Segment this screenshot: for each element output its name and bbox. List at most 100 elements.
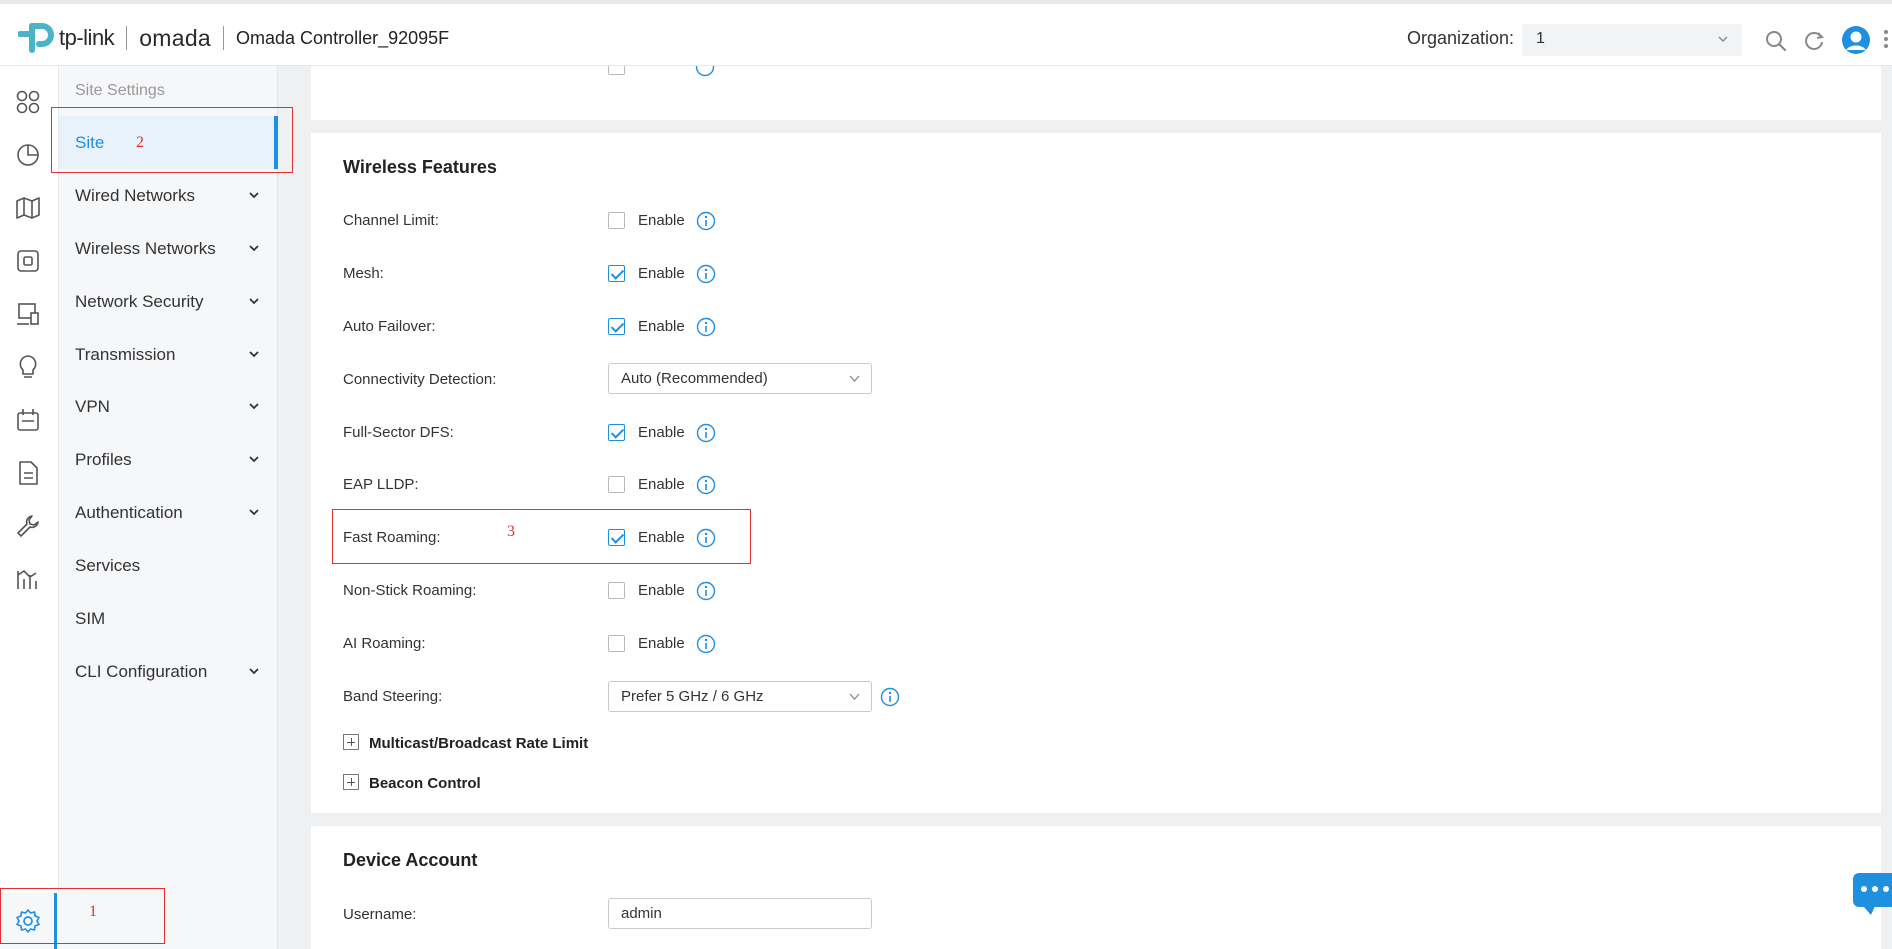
- info-icon[interactable]: [696, 317, 716, 337]
- annotation-box-2: [51, 107, 293, 173]
- sidebar-item-label: Profiles: [75, 450, 132, 469]
- enable-label: Enable: [638, 212, 685, 229]
- reports-icon[interactable]: [14, 459, 42, 487]
- sidebar-item-label: SIM: [75, 609, 106, 628]
- eap-lldp-checkbox[interactable]: [608, 476, 625, 493]
- refresh-icon[interactable]: [1801, 28, 1827, 54]
- avatar-icon[interactable]: [1841, 25, 1871, 55]
- insights-icon[interactable]: [14, 353, 42, 381]
- info-icon[interactable]: [696, 423, 716, 443]
- sidebar-item-vpn[interactable]: VPN: [59, 380, 278, 433]
- enable-label: Enable: [638, 582, 685, 599]
- sidebar-item-network-security[interactable]: Network Security: [59, 275, 278, 328]
- expander-label: Beacon Control: [369, 775, 481, 792]
- username-input[interactable]: admin: [608, 898, 872, 929]
- connectivity-detection-label: Connectivity Detection:: [343, 371, 497, 388]
- enable-label: Enable: [638, 635, 685, 652]
- info-icon[interactable]: [696, 475, 716, 495]
- band-steering-select[interactable]: Prefer 5 GHz / 6 GHz: [608, 681, 872, 712]
- chevron-down-icon: [849, 375, 860, 382]
- chevron-down-icon: [249, 245, 259, 252]
- product-divider: [223, 26, 225, 50]
- chat-dots-icon: [1861, 886, 1889, 892]
- sidebar-item-authentication[interactable]: Authentication: [59, 486, 278, 539]
- sidebar-item-label: VPN: [75, 397, 110, 416]
- sidebar-item-label: Transmission: [75, 345, 176, 364]
- sidebar-item-cli-configuration[interactable]: CLI Configuration: [59, 645, 278, 698]
- map-icon[interactable]: [14, 194, 42, 222]
- organization-select[interactable]: 1: [1522, 24, 1742, 56]
- main-content[interactable]: Wireless Features Channel Limit: Enable …: [278, 66, 1892, 949]
- chevron-down-icon: [249, 403, 259, 410]
- organization-value: 1: [1536, 30, 1545, 47]
- sidebar-item-services[interactable]: Services: [59, 539, 278, 592]
- username-label: Username:: [343, 906, 417, 923]
- sidebar-item-transmission[interactable]: Transmission: [59, 328, 278, 381]
- eap-lldp-label: EAP LLDP:: [343, 476, 419, 493]
- logo[interactable]: tp-link omada Omada Controller_92095F: [18, 20, 449, 56]
- full-sector-dfs-checkbox[interactable]: [608, 424, 625, 441]
- mesh-label: Mesh:: [343, 265, 384, 282]
- sidebar-item-label: Authentication: [75, 503, 183, 522]
- sidebar-item-profiles[interactable]: Profiles: [59, 433, 278, 486]
- sidebar-item-label: Services: [75, 556, 141, 575]
- devices-icon[interactable]: [14, 247, 42, 275]
- sidebar-item-label: Wireless Networks: [75, 239, 216, 258]
- chevron-down-icon: [249, 456, 259, 463]
- product-name: omada: [139, 24, 212, 51]
- chevron-down-icon: [849, 693, 860, 700]
- more-menu-icon[interactable]: [1883, 28, 1889, 50]
- auto-failover-label: Auto Failover:: [343, 318, 436, 335]
- mesh-checkbox[interactable]: [608, 265, 625, 282]
- scrolled-checkbox[interactable]: [608, 66, 625, 75]
- dashboard-icon[interactable]: [14, 88, 42, 116]
- sidebar-item-wireless-networks[interactable]: Wireless Networks: [59, 222, 278, 275]
- info-icon[interactable]: [696, 264, 716, 284]
- ai-roaming-checkbox[interactable]: [608, 635, 625, 652]
- multicast-broadcast-rate-limit-expander[interactable]: Multicast/Broadcast Rate Limit: [343, 734, 588, 752]
- top-bar: tp-link omada Omada Controller_92095F Or…: [0, 0, 1892, 66]
- username-value: admin: [621, 905, 662, 922]
- brand-divider: [126, 26, 128, 50]
- analytics-icon[interactable]: [14, 565, 42, 593]
- info-icon[interactable]: [880, 687, 900, 707]
- enable-label: Enable: [638, 424, 685, 441]
- chevron-down-icon: [249, 351, 259, 358]
- annotation-number-1: 1: [89, 903, 97, 920]
- tools-icon[interactable]: [14, 512, 42, 540]
- info-icon[interactable]: [695, 66, 715, 77]
- brand-name: tp-link: [59, 25, 115, 50]
- connectivity-detection-select[interactable]: Auto (Recommended): [608, 363, 872, 394]
- sidebar-item-label: CLI Configuration: [75, 662, 208, 681]
- info-icon[interactable]: [696, 634, 716, 654]
- section-title: Device Account: [343, 850, 478, 870]
- search-icon[interactable]: [1763, 28, 1789, 54]
- sidebar-item-sim[interactable]: SIM: [59, 592, 278, 645]
- wireless-features-card: Wireless Features Channel Limit: Enable …: [311, 133, 1881, 813]
- chat-support-button[interactable]: [1853, 873, 1892, 915]
- controller-title: Omada Controller_92095F: [236, 27, 450, 48]
- channel-limit-checkbox[interactable]: [608, 212, 625, 229]
- sidebar-item-wired-networks[interactable]: Wired Networks: [59, 169, 278, 222]
- site-settings-sidebar: Site Settings Site Wired Networks Wirele…: [59, 66, 278, 949]
- select-value: Auto (Recommended): [621, 370, 768, 387]
- non-stick-roaming-label: Non-Stick Roaming:: [343, 582, 477, 599]
- statistics-icon[interactable]: [14, 141, 42, 169]
- auto-failover-checkbox[interactable]: [608, 318, 625, 335]
- info-icon[interactable]: [696, 211, 716, 231]
- chevron-down-icon: [249, 668, 259, 675]
- logs-icon[interactable]: [14, 406, 42, 434]
- info-icon[interactable]: [696, 581, 716, 601]
- previous-section-card: [311, 66, 1881, 120]
- tp-link-logo-icon: [18, 23, 54, 53]
- chevron-down-icon: [1718, 36, 1728, 42]
- organization-label: Organization:: [1407, 28, 1515, 48]
- enable-label: Enable: [638, 265, 685, 282]
- sidebar-item-label: Network Security: [75, 292, 204, 311]
- clients-icon[interactable]: [14, 300, 42, 328]
- beacon-control-expander[interactable]: Beacon Control: [343, 774, 481, 792]
- sidebar-item-label: Wired Networks: [75, 186, 195, 205]
- non-stick-roaming-checkbox[interactable]: [608, 582, 625, 599]
- select-value: Prefer 5 GHz / 6 GHz: [621, 688, 764, 705]
- expander-label: Multicast/Broadcast Rate Limit: [369, 735, 589, 752]
